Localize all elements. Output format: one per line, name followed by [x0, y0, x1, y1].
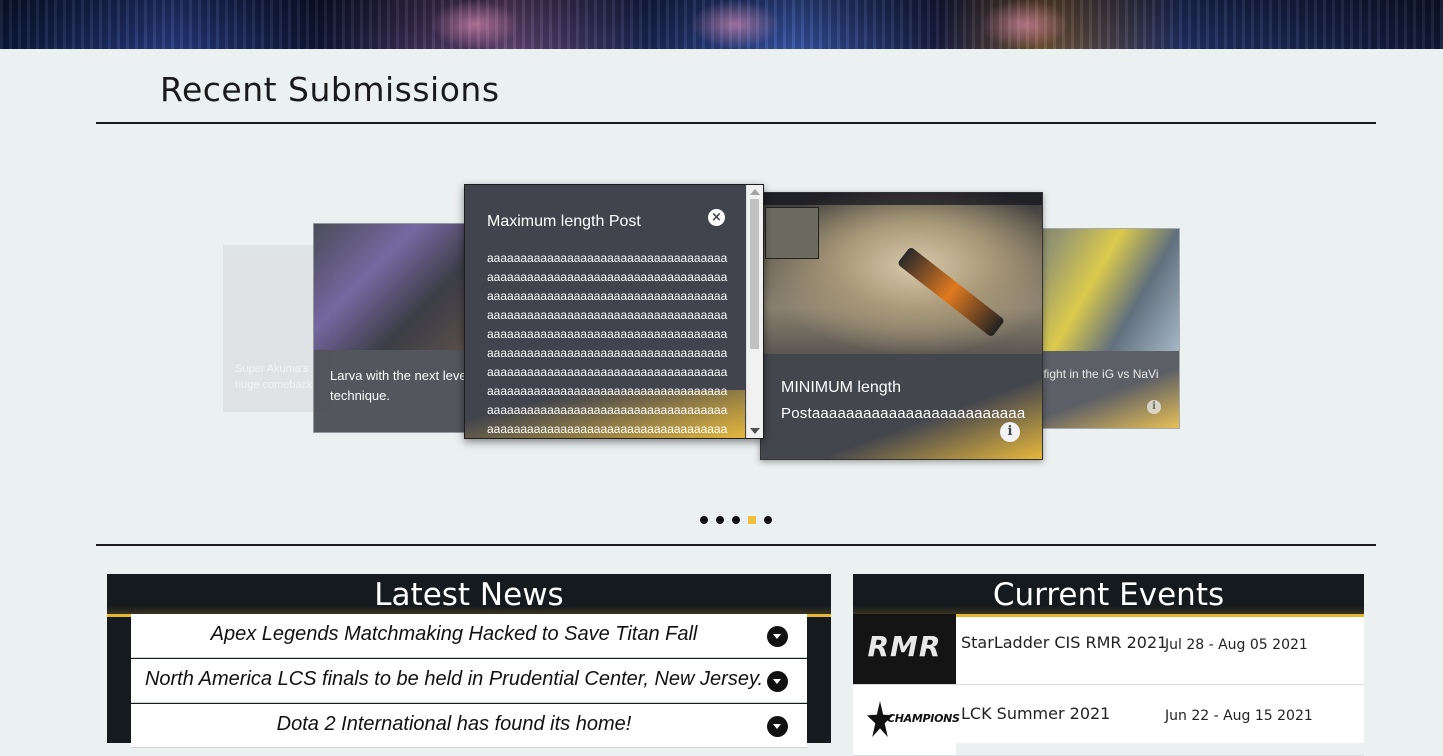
pagination-dot[interactable] — [716, 516, 724, 524]
divider-top — [96, 122, 1376, 124]
pagination-dot[interactable] — [732, 516, 740, 524]
chevron-down-icon[interactable] — [767, 716, 788, 737]
event-item[interactable]: RMR StarLadder CIS RMR 2021 Jul 28 - Aug… — [853, 614, 1364, 685]
news-headline: Dota 2 International has found its home! — [276, 713, 632, 735]
post-body: aaaaaaaaaaaaaaaaaaaaaaaaaaaaaaaaaaaaaaaa… — [487, 251, 728, 436]
divider-bottom — [96, 544, 1376, 546]
event-item[interactable]: CHAMPIONS LCK Summer 2021 Jun 22 - Aug 1… — [853, 685, 1364, 756]
card-caption-line1: MINIMUM length — [781, 379, 902, 396]
latest-news-panel: Latest News Apex Legends Matchmaking Hac… — [107, 574, 831, 748]
scroll-up-icon[interactable] — [750, 189, 760, 195]
pagination-dot[interactable] — [764, 516, 772, 524]
carousel-card-right[interactable]: MINIMUM length Postaaaaaaaaaaaaaaaaaaaaa… — [760, 192, 1043, 460]
panel-title-latest-news: Latest News — [107, 574, 831, 617]
event-logo-text: CHAMPIONS — [887, 712, 960, 725]
scrollbar-thumb[interactable] — [750, 199, 759, 349]
event-name: LCK Summer 2021 — [961, 704, 1111, 723]
banner-light — [980, 0, 1070, 49]
news-headline: Apex Legends Matchmaking Hacked to Save … — [210, 623, 698, 645]
chevron-down-icon[interactable] — [767, 626, 788, 647]
post-scrollbar[interactable] — [746, 185, 763, 438]
card-caption-line2: Postaaaaaaaaaaaaaaaaaaaaaaaaa — [781, 405, 1026, 422]
event-logo-lck: CHAMPIONS — [853, 685, 960, 755]
info-icon[interactable]: i — [1147, 400, 1161, 414]
card-caption-area: MINIMUM length Postaaaaaaaaaaaaaaaaaaaaa… — [761, 354, 1042, 459]
pagination-dot-active[interactable] — [748, 516, 756, 524]
banner-light — [430, 0, 520, 49]
event-logo-rmr: RMR — [853, 614, 956, 684]
scroll-down-icon[interactable] — [750, 428, 760, 434]
minimap-image — [765, 207, 819, 259]
news-headline: North America LCS finals to be held in P… — [144, 668, 764, 690]
close-icon[interactable]: × — [708, 209, 725, 226]
pagination-dot[interactable] — [700, 516, 708, 524]
panel-title-current-events: Current Events — [853, 574, 1364, 617]
news-item[interactable]: Dota 2 International has found its home! — [131, 704, 807, 748]
section-title-recent-submissions: Recent Submissions — [160, 70, 500, 109]
event-dates: Jun 22 - Aug 15 2021 — [1165, 708, 1313, 724]
news-item[interactable]: Apex Legends Matchmaking Hacked to Save … — [131, 614, 807, 658]
post-title: Maximum length Post — [487, 213, 641, 230]
current-events-panel: Current Events RMR StarLadder CIS RMR 20… — [853, 574, 1364, 756]
header-banner-image — [0, 0, 1443, 49]
chevron-down-icon[interactable] — [767, 671, 788, 692]
event-dates: Jul 28 - Aug 05 2021 — [1165, 637, 1308, 653]
news-item[interactable]: North America LCS finals to be held in P… — [131, 659, 807, 703]
banner-light — [690, 0, 780, 49]
event-name: StarLadder CIS RMR 2021 — [961, 633, 1168, 652]
carousel-card-expanded: Maximum length Post × aaaaaaaaaaaaaaaaaa… — [464, 184, 764, 439]
info-icon[interactable]: i — [1000, 422, 1020, 442]
card-thumbnail — [761, 193, 1042, 356]
